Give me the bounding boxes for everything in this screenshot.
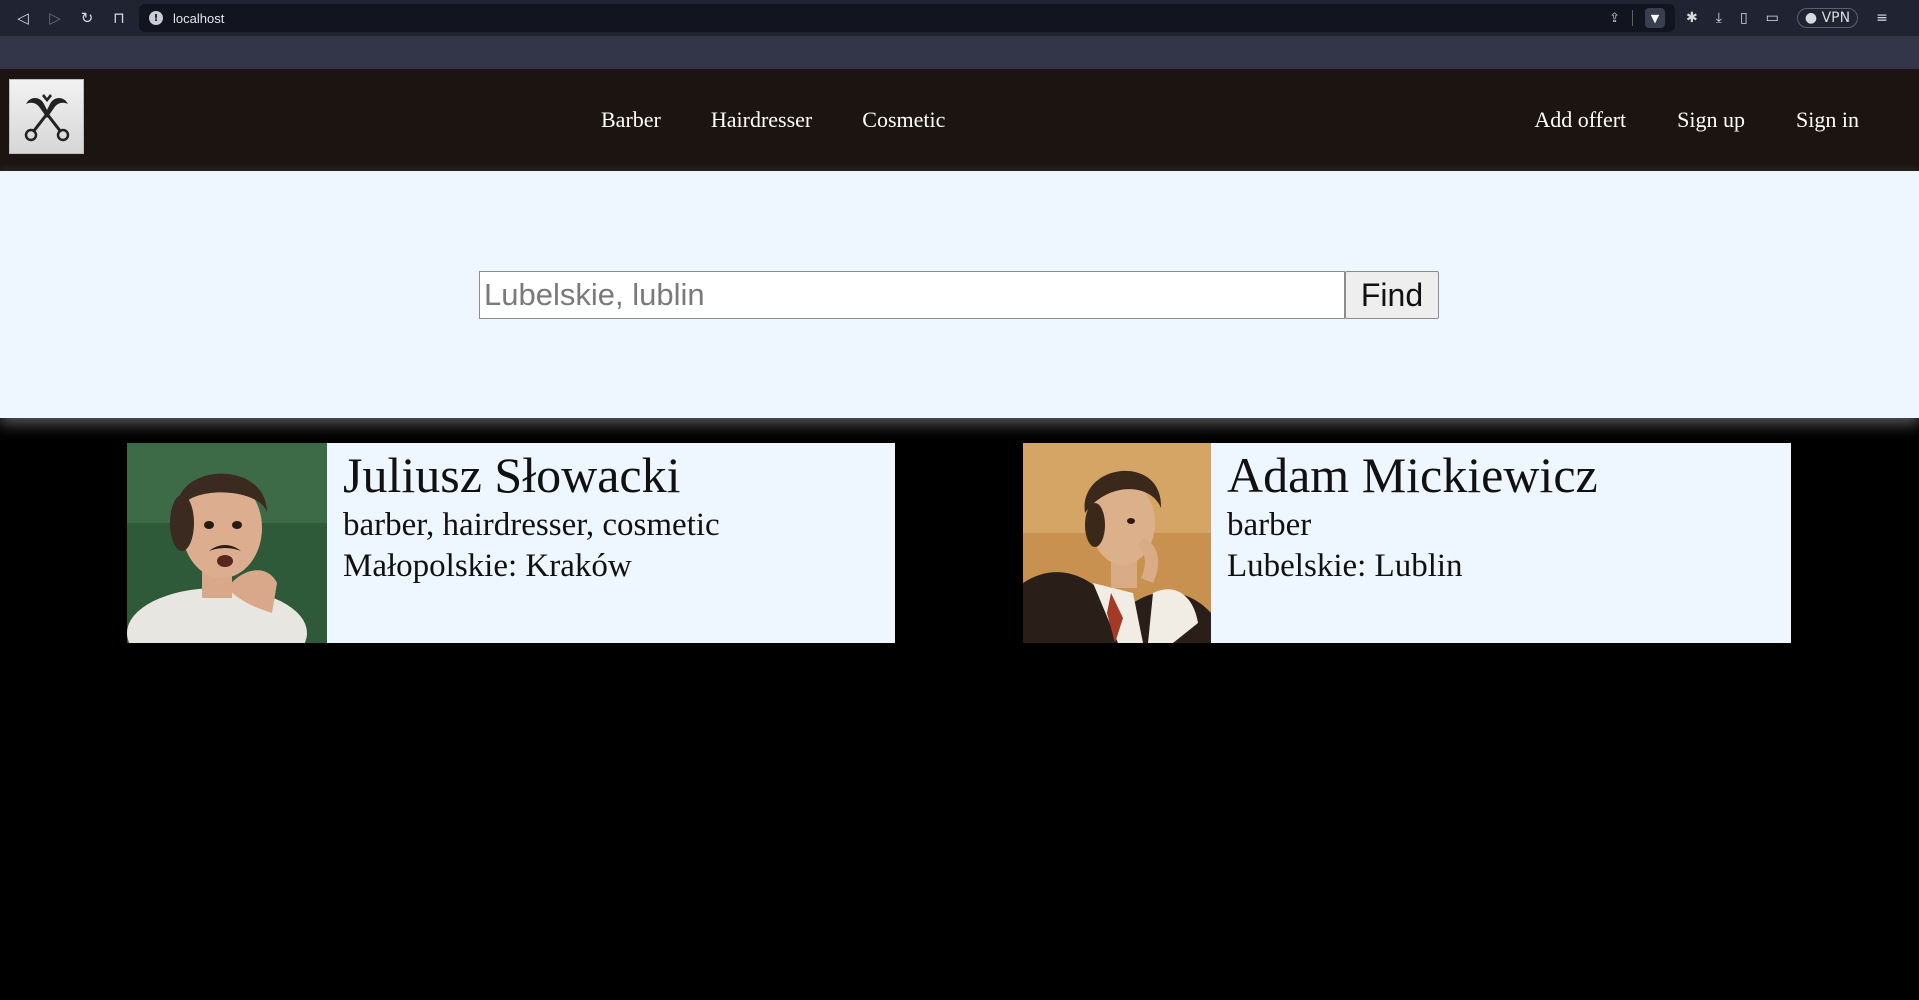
search-section: Find — [0, 171, 1919, 418]
nav-hairdresser[interactable]: Hairdresser — [711, 107, 812, 133]
share-icon[interactable]: ⇪ — [1609, 11, 1620, 26]
nav-add-offert[interactable]: Add offert — [1534, 107, 1626, 133]
scissors-logo-icon — [24, 93, 69, 141]
card-name[interactable]: Adam Mickiewicz — [1227, 445, 1598, 505]
card-services: barber — [1227, 507, 1312, 543]
site-logo[interactable] — [9, 79, 84, 154]
vpn-button[interactable]: ● VPN — [1796, 8, 1859, 28]
forward-icon[interactable]: ▷ — [46, 9, 64, 27]
nav-cosmetic[interactable]: Cosmetic — [862, 107, 945, 133]
card-location: Lubelskie: Lublin — [1227, 548, 1463, 584]
card-location: Małopolskie: Kraków — [343, 548, 632, 584]
search-input[interactable] — [479, 271, 1345, 319]
download-icon[interactable]: ⤓ — [1716, 10, 1722, 26]
find-button[interactable]: Find — [1345, 271, 1439, 319]
browser-toolbar: ◁ ▷ ↻ ⊓ ! localhost ⇪ ▼ ✱ ⤓ ▯ ▭ ● VPN ≡ — [0, 0, 1919, 36]
browser-actions: ✱ ⤓ ▯ ▭ ● VPN ≡ — [1686, 0, 1888, 36]
card-info: Juliusz Słowacki barber, hairdresser, co… — [327, 443, 736, 643]
card-name[interactable]: Juliusz Słowacki — [343, 445, 720, 505]
profile-photo — [127, 443, 327, 643]
profile-photo — [1023, 443, 1211, 643]
offer-card[interactable]: Juliusz Słowacki barber, hairdresser, co… — [127, 443, 895, 643]
offer-card[interactable]: Adam Mickiewicz barber Lubelskie: Lublin — [1023, 443, 1791, 643]
menu-icon[interactable]: ≡ — [1876, 10, 1888, 26]
brave-shield-icon[interactable]: ▼ — [1645, 8, 1665, 28]
url-text[interactable]: localhost — [173, 11, 224, 26]
reload-icon[interactable]: ↻ — [78, 9, 96, 27]
bookmark-icon[interactable]: ⊓ — [110, 9, 128, 27]
extensions-icon[interactable]: ✱ — [1686, 10, 1698, 26]
category-nav: Barber Hairdresser Cosmetic — [601, 69, 945, 171]
address-bar[interactable]: ! localhost ⇪ ▼ — [139, 4, 1675, 32]
sidebar-icon[interactable]: ▯ — [1740, 10, 1748, 26]
bookmarks-bar — [0, 36, 1919, 69]
account-nav: Add offert Sign up Sign in — [1534, 69, 1859, 171]
nav-barber[interactable]: Barber — [601, 107, 661, 133]
divider — [1632, 10, 1633, 26]
nav-sign-up[interactable]: Sign up — [1677, 107, 1745, 133]
nav-sign-in[interactable]: Sign in — [1796, 107, 1859, 133]
wallet-icon[interactable]: ▭ — [1766, 10, 1779, 26]
vpn-label: VPN — [1821, 10, 1851, 26]
back-icon[interactable]: ◁ — [14, 9, 32, 27]
browser-nav-buttons: ◁ ▷ ↻ ⊓ — [0, 9, 139, 27]
info-icon[interactable]: ! — [149, 11, 163, 25]
site-header: Barber Hairdresser Cosmetic Add offert S… — [0, 69, 1919, 171]
card-info: Adam Mickiewicz barber Lubelskie: Lublin — [1211, 443, 1614, 643]
card-services: barber, hairdresser, cosmetic — [343, 507, 720, 543]
